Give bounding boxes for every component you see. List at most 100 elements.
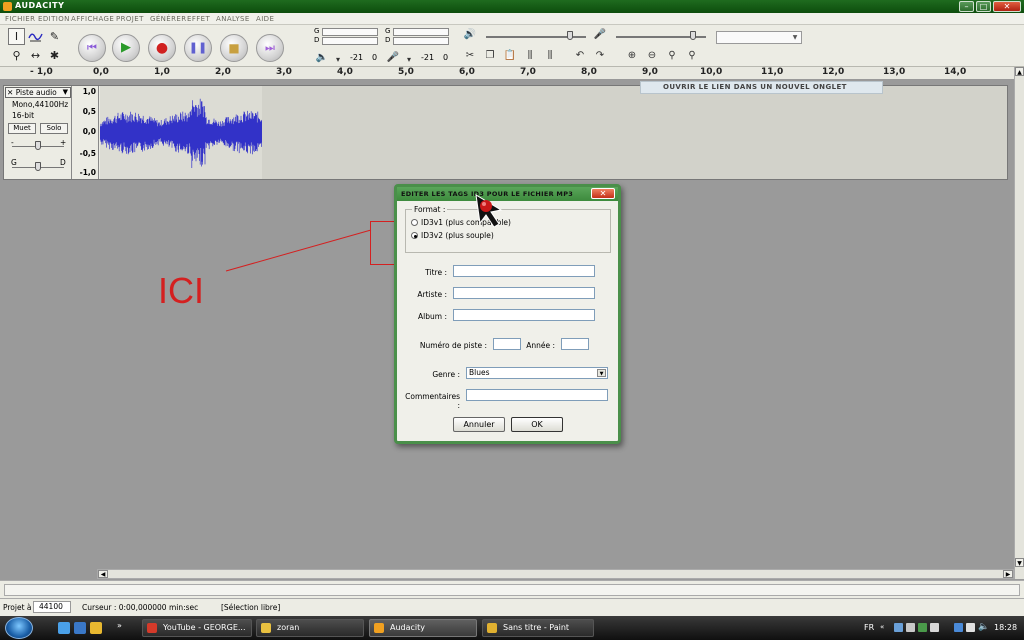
zoom-out-icon[interactable]: ⊖ [644, 49, 660, 63]
zoom-in-icon[interactable]: ⊕ [624, 49, 640, 63]
microphone-icon[interactable]: 🎤 [385, 51, 401, 65]
id3v2-option[interactable]: ID3v2 (plus souple) [411, 231, 494, 240]
chevron-down-icon[interactable]: ▾ [401, 53, 417, 67]
paste-icon[interactable]: 📋 [502, 49, 518, 63]
dialog-close-button[interactable]: ✕ [591, 188, 615, 199]
scale-label: -0,5 [79, 149, 96, 158]
fit-project-icon[interactable]: ⚲ [684, 49, 700, 63]
ruler-tick-label: 1,0 [154, 67, 170, 77]
clock[interactable]: 18:28 [994, 623, 1017, 632]
scroll-right-icon[interactable]: ▶ [1003, 570, 1013, 578]
envelope-tool-icon[interactable] [27, 28, 44, 45]
gain-slider-knob[interactable] [35, 141, 41, 150]
mute-button[interactable]: Muet [8, 123, 36, 134]
year-field[interactable] [561, 338, 589, 350]
draw-tool-icon[interactable]: ✎ [46, 28, 63, 45]
project-rate-select[interactable]: 44100 [33, 601, 71, 613]
menu-effet[interactable]: Effet [187, 15, 210, 23]
taskbar-item-label: zoran [277, 623, 300, 632]
genre-select[interactable]: Blues ▼ [466, 367, 608, 379]
network-icon[interactable] [954, 623, 963, 632]
start-button[interactable] [5, 617, 33, 639]
menu-fichier[interactable]: Fichier [5, 15, 35, 23]
id3v2-radio[interactable] [411, 232, 418, 239]
menu-aide[interactable]: Aide [256, 15, 274, 23]
trim-icon[interactable]: ⫼ [522, 49, 538, 63]
record-meter-left-bar [393, 28, 449, 36]
chevron-left-icon[interactable]: « [880, 623, 884, 631]
speaker-icon[interactable]: 🔈 [314, 51, 330, 65]
redo-icon[interactable]: ↷ [592, 49, 608, 63]
pan-slider-knob[interactable] [35, 162, 41, 171]
chevron-down-icon[interactable]: ▼ [597, 369, 606, 377]
scroll-down-icon[interactable]: ▼ [1015, 558, 1024, 567]
taskbar-item-paint[interactable]: Sans titre - Paint [482, 619, 594, 637]
timeshift-tool-icon[interactable]: ↔ [27, 47, 44, 64]
taskbar-item-zoran[interactable]: zoran [256, 619, 364, 637]
chevron-down-icon[interactable]: ▾ [330, 53, 346, 67]
id3v1-radio[interactable] [411, 219, 418, 226]
ok-button[interactable]: OK [511, 417, 563, 432]
id3v2-label: ID3v2 (plus souple) [421, 231, 494, 240]
more-quicklaunch-icon[interactable]: » [117, 621, 122, 630]
selection-tool-icon[interactable]: I [8, 28, 25, 45]
fit-selection-icon[interactable]: ⚲ [664, 49, 680, 63]
album-field[interactable] [453, 309, 595, 321]
menu-generer[interactable]: Générer [150, 15, 186, 23]
waveform-clip[interactable] [99, 86, 263, 179]
taskbar-item-audacity[interactable]: Audacity [369, 619, 477, 637]
comments-field[interactable] [466, 389, 608, 401]
input-volume-knob[interactable] [690, 31, 696, 40]
undo-icon[interactable]: ↶ [572, 49, 588, 63]
minimize-button[interactable]: – [959, 1, 974, 12]
folder-icon[interactable] [90, 622, 102, 634]
vertical-scrollbar[interactable]: ▲ ▼ [1014, 67, 1024, 579]
cancel-button[interactable]: Annuler [453, 417, 505, 432]
artist-field[interactable] [453, 287, 595, 299]
multi-tool-icon[interactable]: ✱ [46, 47, 63, 64]
zoom-tool-icon[interactable]: ⚲ [8, 47, 25, 64]
track-empty-area[interactable] [262, 86, 1007, 179]
status-bar: Projet à 44100 Curseur : 0:00,000000 min… [0, 598, 1024, 616]
stop-button[interactable]: ■ [220, 34, 248, 62]
internet-explorer-icon[interactable] [58, 622, 70, 634]
menu-affichage[interactable]: Affichage [71, 15, 114, 23]
tray-app-icon[interactable] [918, 623, 927, 632]
input-source-select[interactable]: ▼ [716, 31, 802, 44]
tray-app-icon[interactable] [894, 623, 903, 632]
skip-start-button[interactable]: ⏮ [78, 34, 106, 62]
scroll-left-icon[interactable]: ◀ [98, 570, 108, 578]
menu-analyse[interactable]: Analyse [216, 15, 250, 23]
solo-button[interactable]: Solo [40, 123, 68, 134]
volume-icon[interactable]: 🔈 [978, 622, 989, 632]
track-number-field[interactable] [493, 338, 521, 350]
output-volume-knob[interactable] [567, 31, 573, 40]
record-button[interactable]: ● [148, 34, 176, 62]
copy-icon[interactable]: ❐ [482, 49, 498, 63]
tray-app-icon[interactable] [966, 623, 975, 632]
cut-icon[interactable]: ✂ [462, 49, 478, 63]
language-indicator[interactable]: FR [864, 623, 874, 632]
title-field[interactable] [453, 265, 595, 277]
show-desktop-icon[interactable] [74, 622, 86, 634]
scroll-up-icon[interactable]: ▲ [1015, 67, 1024, 76]
play-button[interactable]: ▶ [112, 34, 140, 62]
main-toolbar: I ✎ ⚲ ↔ ✱ ⏮ ▶ ● ❚❚ ■ ⏭ G D 🔈 ▾ -21 0 G D… [0, 25, 1024, 67]
tray-app-icon[interactable] [906, 623, 915, 632]
skip-end-button[interactable]: ⏭ [256, 34, 284, 62]
menu-edition[interactable]: Edition [38, 15, 70, 23]
ruler-tick-label: 9,0 [642, 67, 658, 77]
close-track-icon[interactable]: ✕ [7, 88, 13, 97]
chevron-down-icon[interactable]: ▼ [63, 88, 68, 97]
horizontal-scrollbar[interactable]: ◀ ▶ [97, 569, 1014, 579]
menu-projet[interactable]: Projet [116, 15, 144, 23]
selection-field[interactable] [4, 584, 1020, 596]
pause-button[interactable]: ❚❚ [184, 34, 212, 62]
tray-app-icon[interactable] [930, 623, 939, 632]
close-button[interactable]: ✕ [993, 1, 1021, 12]
taskbar-item-youtube[interactable]: YouTube - GEORGE... [142, 619, 252, 637]
maximize-button[interactable]: □ [976, 1, 991, 12]
silence-icon[interactable]: ⫼ [542, 49, 558, 63]
track-name-menu[interactable]: ✕ Piste audio ▼ [5, 87, 71, 98]
timeline-ruler[interactable]: - 1,0 0,0 1,0 2,0 3,0 4,0 5,0 6,0 7,0 8,… [0, 67, 1014, 80]
